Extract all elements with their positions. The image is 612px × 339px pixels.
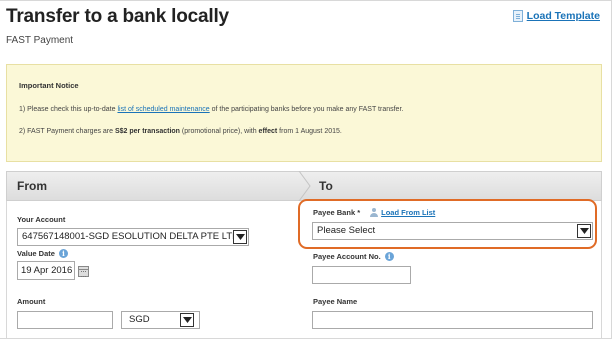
payee-account-no-label-text: Payee Account No. — [313, 252, 381, 261]
payee-name-input[interactable] — [312, 311, 593, 329]
section-to-title: To — [319, 179, 333, 193]
section-divider-chevron — [298, 171, 311, 201]
chevron-down-icon — [233, 230, 247, 244]
chevron-down-icon — [180, 313, 194, 327]
notice-line-1-prefix: 1) Please check this up-to-date — [19, 106, 118, 113]
payee-name-label: Payee Name — [313, 297, 357, 306]
notice-title: Important Notice — [19, 81, 79, 90]
info-icon[interactable]: i — [58, 249, 68, 258]
maintenance-list-link[interactable]: list of scheduled maintenance — [117, 106, 209, 113]
value-date-field[interactable]: 19 Apr 2016 — [17, 261, 75, 280]
load-template-link[interactable]: Load Template — [512, 10, 600, 22]
currency-select[interactable]: SGD — [121, 311, 200, 329]
amount-label: Amount — [17, 297, 45, 306]
info-icon[interactable]: i — [384, 252, 394, 261]
notice-line-2-prefix: 2) FAST Payment charges are — [19, 128, 115, 135]
notice-effect-text: effect — [258, 128, 278, 135]
your-account-label: Your Account — [17, 215, 65, 224]
your-account-value: 647567148001-SGD ESOLUTION DELTA PTE LTD — [22, 231, 240, 242]
section-header-bar: From To — [6, 171, 602, 201]
load-template-label: Load Template — [526, 10, 600, 22]
page-subtitle: FAST Payment — [6, 35, 74, 46]
document-icon — [512, 10, 523, 22]
value-date-label-text: Value Date — [17, 249, 55, 258]
notice-line-2: 2) FAST Payment charges are S$2 per tran… — [19, 128, 342, 135]
payee-bank-highlight — [298, 199, 597, 249]
payee-account-no-label: Payee Account No. i — [313, 252, 394, 261]
section-from-title: From — [17, 179, 47, 193]
notice-charge-text: S$2 per transaction — [114, 128, 180, 135]
amount-input[interactable] — [17, 311, 113, 329]
value-date-label: Value Date i — [17, 249, 68, 258]
notice-line-2-suffix: from 1 August 2015. — [277, 128, 342, 135]
currency-value: SGD — [129, 314, 150, 325]
page-title: Transfer to a bank locally — [6, 6, 229, 27]
payee-name-label-text: Payee Name — [313, 297, 358, 306]
your-account-select[interactable]: 647567148001-SGD ESOLUTION DELTA PTE LTD — [17, 228, 249, 246]
your-account-label-text: Your Account — [17, 215, 66, 224]
notice-line-2-mid: (promotional price), with — [179, 128, 259, 135]
payee-account-no-input[interactable] — [312, 266, 411, 284]
notice-line-1-suffix: of the participating banks before you ma… — [209, 106, 404, 113]
important-notice: Important Notice 1) Please check this up… — [6, 64, 602, 162]
calendar-icon[interactable] — [78, 266, 89, 277]
notice-line-1: 1) Please check this up-to-date list of … — [19, 106, 403, 113]
amount-label-text: Amount — [17, 297, 46, 306]
